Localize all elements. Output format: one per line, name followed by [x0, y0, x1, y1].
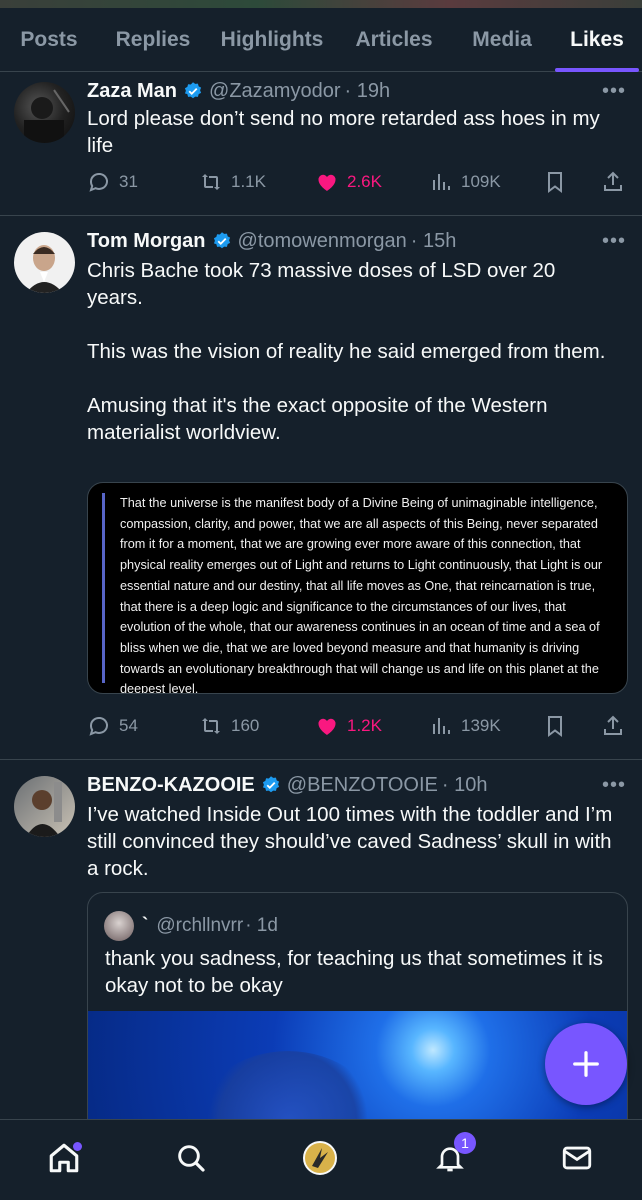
- mail-icon: [562, 1146, 592, 1170]
- post-time: · 19h: [344, 79, 391, 102]
- reply-button[interactable]: 31: [87, 165, 138, 199]
- views-button[interactable]: 109K: [429, 165, 501, 199]
- quoted-author-handle: @rchllnvrr: [156, 915, 244, 936]
- author-name[interactable]: BENZO-KAZOOIE: [87, 774, 255, 797]
- post-header: BENZO-KAZOOIE @BENZOTOOIE · 10h •••: [87, 770, 626, 800]
- views-icon: [433, 174, 450, 190]
- views-icon: [433, 718, 450, 734]
- bookmark-icon[interactable]: [543, 165, 567, 199]
- post-header: Tom Morgan @tomowenmorgan · 15h •••: [87, 226, 626, 256]
- image-text: That the universe is the manifest body o…: [120, 496, 603, 694]
- verified-icon: [212, 231, 232, 251]
- tab-likes[interactable]: Likes: [552, 8, 642, 72]
- views-button[interactable]: 139K: [429, 709, 501, 743]
- avatar[interactable]: [14, 776, 75, 837]
- like-count: 1.2K: [347, 716, 382, 735]
- post-paragraph: Chris Bache took 73 massive doses of LSD…: [87, 259, 556, 309]
- notification-badge: 1: [454, 1132, 476, 1154]
- reply-icon: [89, 717, 108, 736]
- quoted-author-name: `: [142, 915, 149, 936]
- post-paragraph: This was the vision of reality he said e…: [87, 340, 606, 363]
- tab-label: Highlights: [220, 28, 324, 51]
- post-item[interactable]: Tom Morgan @tomowenmorgan · 15h ••• Chri…: [0, 216, 642, 760]
- post-time: · 15h: [410, 229, 457, 252]
- post-actions: 54 160 1.2K 139K: [87, 709, 628, 743]
- nav-search[interactable]: [171, 1138, 211, 1178]
- reply-button[interactable]: 54: [87, 709, 138, 743]
- author-handle[interactable]: @BENZOTOOIE: [287, 774, 438, 797]
- tab-label: Posts: [20, 28, 78, 51]
- quoted-header: ` @rchllnvrr · 1d: [104, 911, 278, 941]
- quote-bar: [102, 493, 105, 683]
- repost-icon: [202, 174, 220, 190]
- post-header: Zaza Man @Zazamyodor · 19h •••: [87, 76, 626, 106]
- views-count: 109K: [461, 172, 501, 191]
- verified-icon: [261, 775, 281, 795]
- reply-count: 54: [119, 716, 138, 735]
- status-strip: [0, 0, 642, 8]
- repost-icon: [202, 718, 220, 734]
- compose-plus-icon: [573, 1051, 599, 1077]
- post-actions: 31 1.1K 2.6K 109K: [87, 165, 628, 199]
- tab-label: Media: [472, 28, 532, 51]
- profile-tabs: Posts Replies Highlights Articles Media …: [0, 8, 642, 72]
- share-icon[interactable]: [601, 165, 625, 199]
- post-paragraph: Amusing that it's the exact opposite of …: [87, 394, 548, 444]
- repost-count: 160: [231, 716, 260, 735]
- bookmark-icon[interactable]: [543, 709, 567, 743]
- post-time: · 10h: [441, 773, 488, 796]
- tab-articles[interactable]: Articles: [336, 8, 452, 72]
- like-button[interactable]: 1.2K: [315, 709, 382, 743]
- grok-icon: [303, 1141, 337, 1175]
- more-icon[interactable]: •••: [602, 774, 626, 797]
- repost-button[interactable]: 160: [199, 709, 259, 743]
- nav-messages[interactable]: [557, 1138, 597, 1178]
- author-name[interactable]: Zaza Man: [87, 80, 177, 103]
- author-handle[interactable]: @tomowenmorgan: [238, 230, 407, 253]
- more-icon[interactable]: •••: [602, 80, 626, 103]
- bottom-navigation: 1: [0, 1119, 642, 1200]
- views-count: 139K: [461, 716, 501, 735]
- post-item[interactable]: Zaza Man @Zazamyodor · 19h ••• Lord plea…: [0, 72, 642, 216]
- post-text: Chris Bache took 73 massive doses of LSD…: [87, 257, 616, 446]
- compose-button[interactable]: [545, 1023, 627, 1105]
- avatar[interactable]: [14, 232, 75, 293]
- repost-button[interactable]: 1.1K: [199, 165, 266, 199]
- post-text: I’ve watched Inside Out 100 times with t…: [87, 803, 613, 880]
- avatar[interactable]: [14, 82, 75, 143]
- verified-icon: [183, 81, 203, 101]
- quoted-text: thank you sadness, for teaching us that …: [105, 947, 603, 997]
- home-dot: [73, 1142, 82, 1151]
- tab-media[interactable]: Media: [452, 8, 552, 72]
- like-icon: [318, 718, 336, 735]
- nav-grok[interactable]: [300, 1138, 340, 1178]
- search-icon: [178, 1145, 205, 1172]
- like-count: 2.6K: [347, 172, 382, 191]
- post-text: Lord please don’t send no more retarded …: [87, 107, 600, 157]
- reply-count: 31: [119, 172, 138, 191]
- tab-label: Replies: [115, 28, 191, 51]
- quoted-time: · 1d: [245, 915, 278, 936]
- tab-highlights[interactable]: Highlights: [208, 8, 336, 72]
- share-icon[interactable]: [601, 709, 625, 743]
- author-name[interactable]: Tom Morgan: [87, 230, 206, 253]
- like-button[interactable]: 2.6K: [315, 165, 382, 199]
- nav-home[interactable]: [44, 1138, 84, 1178]
- more-icon[interactable]: •••: [602, 230, 626, 253]
- avatar: [104, 911, 134, 941]
- repost-count: 1.1K: [231, 172, 266, 191]
- tab-label: Likes: [570, 28, 624, 51]
- nav-notifications[interactable]: 1: [430, 1132, 476, 1178]
- reply-icon: [89, 173, 108, 192]
- like-icon: [318, 174, 336, 191]
- author-handle[interactable]: @Zazamyodor: [209, 80, 340, 103]
- tab-label: Articles: [355, 28, 433, 51]
- quoted-post[interactable]: ` @rchllnvrr · 1d thank you sadness, for…: [87, 892, 628, 1142]
- tab-replies[interactable]: Replies: [98, 8, 208, 72]
- post-image[interactable]: That the universe is the manifest body o…: [87, 482, 628, 694]
- tab-posts[interactable]: Posts: [0, 8, 98, 72]
